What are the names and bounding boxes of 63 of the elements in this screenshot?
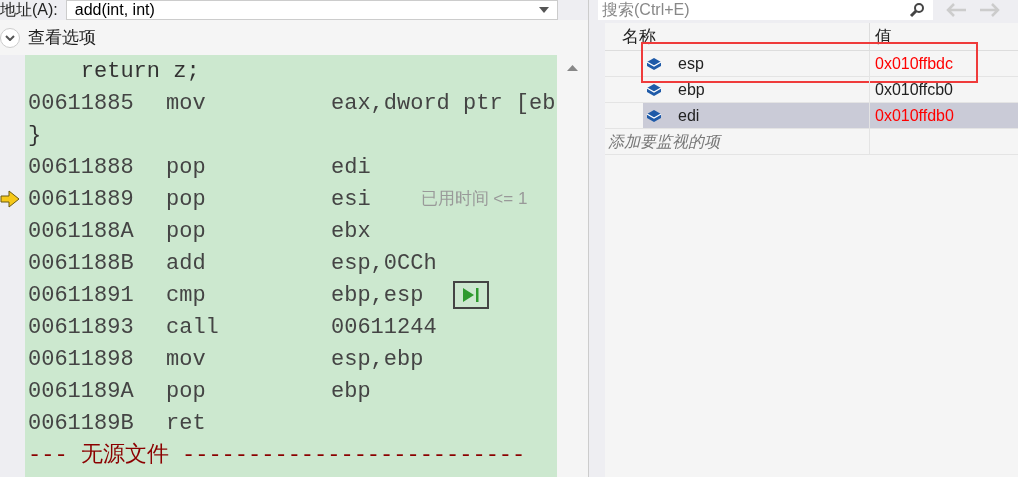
operands: esp,0CCh [331, 249, 437, 278]
address-label: 地址(A): [0, 0, 58, 20]
opcode: ret [166, 409, 207, 438]
scroll-up-icon [567, 65, 578, 71]
add-watch-item[interactable]: 添加要监视的项 [605, 129, 870, 154]
opcode: mov [166, 89, 207, 118]
watch-row[interactable]: ebp 0x010ffcb0 [643, 77, 1018, 102]
view-options-label: 查看选项 [28, 26, 96, 49]
search-input[interactable]: 搜索(Ctrl+E) [598, 0, 909, 22]
vertical-scrollbar[interactable] [557, 55, 588, 477]
operands: ebx [331, 217, 371, 246]
address: 00611898 [28, 345, 135, 374]
opcode: call [166, 313, 220, 342]
expand-toggle-button[interactable] [0, 27, 20, 48]
address: 0061189A [28, 377, 135, 406]
chevron-down-icon [5, 34, 15, 41]
variable-icon [646, 82, 662, 97]
address: 0061188A [28, 217, 135, 246]
address: 00611888 [28, 153, 135, 182]
address: 00611889 [28, 185, 135, 214]
watch-row[interactable]: edi 0x010ffdb0 [643, 103, 1018, 128]
operands: ebp,esp [331, 281, 424, 310]
opcode: mov [166, 345, 207, 374]
search-icon [909, 2, 925, 18]
source-line: return z; [79, 57, 200, 86]
watch-row[interactable]: esp 0x010ffbdc [643, 51, 1018, 76]
variable-name: ebp [678, 79, 705, 100]
search-field[interactable]: 搜索(Ctrl+E) [598, 0, 933, 20]
current-instruction-arrow-icon [0, 190, 20, 208]
source-line: } [28, 121, 42, 150]
address: 0061189B [28, 409, 135, 438]
back-arrow-icon[interactable] [945, 2, 967, 18]
variable-icon [646, 56, 662, 71]
operands: esi [331, 185, 371, 214]
address: 00611893 [28, 313, 135, 342]
address: 00611885 [28, 89, 135, 118]
operands: ebp [331, 377, 371, 406]
opcode: pop [166, 153, 207, 182]
opcode: pop [166, 185, 207, 214]
variable-value: 0x010ffdb0 [874, 105, 954, 126]
run-to-click-button[interactable] [453, 281, 490, 309]
separator-line: --- 无源文件 -------------------------- [28, 441, 526, 470]
variable-name: esp [678, 53, 704, 74]
pane-splitter[interactable] [588, 0, 598, 477]
address: 00611891 [28, 281, 135, 310]
operands: 00611244 [331, 313, 437, 342]
opcode: pop [166, 377, 207, 406]
operands: esp,ebp [331, 345, 424, 374]
operands: edi [331, 153, 371, 182]
variable-value: 0x010ffbdc [874, 53, 953, 74]
elapsed-time-note: 已用时间 <= 1 [420, 188, 528, 211]
address: 0061188B [28, 249, 135, 278]
operands: eax,dword ptr [eb [331, 89, 556, 118]
play-icon [462, 287, 481, 303]
opcode: cmp [166, 281, 207, 310]
opcode: add [166, 249, 207, 278]
dropdown-caret-icon [539, 7, 549, 13]
variable-name: edi [678, 105, 700, 126]
forward-arrow-icon[interactable] [979, 2, 1001, 18]
variable-icon [646, 108, 662, 123]
opcode: pop [166, 217, 207, 246]
address-dropdown[interactable]: add(int, int) [65, 0, 558, 20]
variable-value: 0x010ffcb0 [874, 79, 953, 100]
